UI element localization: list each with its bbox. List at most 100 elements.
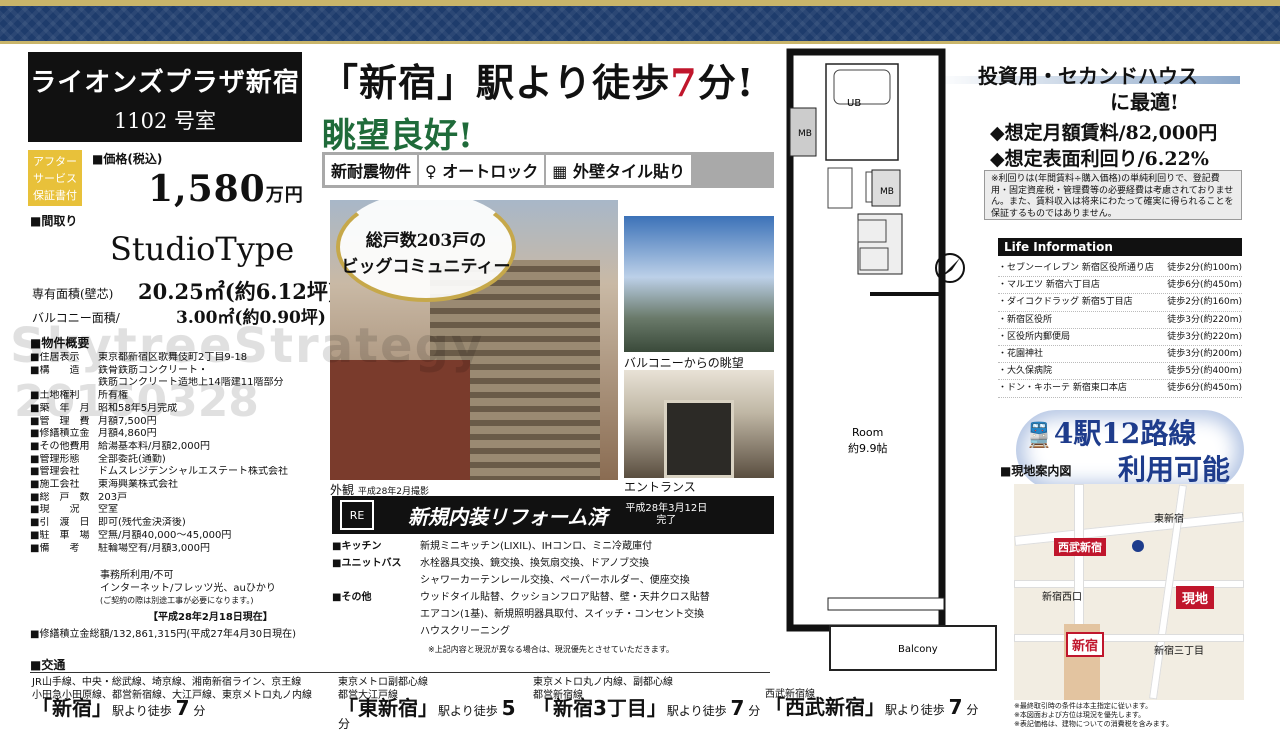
list-item: ・マルエツ 新宿六丁目店 徒歩6分(約450m) <box>998 277 1242 295</box>
spec-extra-notes: 事務所利用/不可 インターネット/フレッツ光、auひかり (ご契約の際は別途工事… <box>100 570 276 608</box>
reform-date: 平成28年3月12日 完了 <box>625 503 708 526</box>
map-station-label: 東新宿 <box>1154 514 1184 525</box>
spec-value: 空室 <box>98 504 118 516</box>
spec-extra-line: (ご契約の際は別途工事が必要になります。) <box>100 596 254 605</box>
spec-row: ■現 況 空室 <box>30 504 330 517</box>
headline-text: 「新宿」駅より徒歩 <box>320 60 671 105</box>
property-name: ライオンズプラザ新宿 <box>30 68 300 98</box>
walk-minutes: 5 <box>501 696 516 720</box>
spec-value: 即可(残代金決済後) <box>98 517 186 529</box>
spec-value: 給湯基本料/月額2,000円 <box>98 440 210 452</box>
walk-unit: 分 <box>193 704 206 718</box>
spec-value: 空無/月額40,000〜45,000円 <box>98 529 232 541</box>
walk-label: 駅より徒歩 <box>112 704 172 718</box>
spec-key: ■修繕積立金 <box>30 428 90 440</box>
building-caption-title: 外観 <box>330 483 355 497</box>
list-item: ・ドン・キホーテ 新宿東口本店 徒歩6分(約450m) <box>998 380 1242 398</box>
walk-label: 駅より徒歩 <box>666 704 727 718</box>
community-line: 総戸数203戸の <box>365 231 487 251</box>
life-info-list: ・セブンーイレブン 新宿区役所通り店 徒歩2分(約100m) ・マルエツ 新宿六丁… <box>998 260 1242 398</box>
exclusive-area-label: 専有面積(壁芯) <box>32 287 114 301</box>
headline-text: 分! <box>697 60 755 105</box>
feature-tile-exterior: ▦ 外壁タイル貼り <box>546 155 691 185</box>
spec-value: 全部委託(通勤) <box>98 453 166 465</box>
walk-label: 駅より徒歩 <box>885 703 945 717</box>
reform-title: 新規内装リフォーム済 <box>408 504 608 529</box>
madori-value: StudioType <box>110 230 295 268</box>
entrance-photo <box>624 370 774 478</box>
spec-row: ■その他費用 給湯基本料/月額2,000円 <box>30 441 330 454</box>
feature-bar: 新耐震物件 ♀ オートロック ▦ 外壁タイル貼り <box>322 152 774 188</box>
invest-title-sub: に最適! <box>1110 90 1179 114</box>
madori-label: ■間取り <box>30 214 78 228</box>
spec-key: ■備 考 <box>30 542 80 554</box>
spec-key: ■管理形態 <box>30 453 80 465</box>
map-label: ■現地案内図 <box>1000 464 1072 478</box>
feature-earthquake: 新耐震物件 <box>325 155 418 185</box>
reform-row: シャワーカーテンレール交換、ペーパーホルダー、便座交換 <box>420 575 690 586</box>
walk-unit: 分 <box>748 704 761 718</box>
list-item: ・区役所内郵便局 徒歩3分(約220m) <box>998 329 1242 347</box>
station-lines: 東京メトロ丸ノ内線、副都心線 <box>533 677 673 688</box>
spec-key: ■駐 車 場 <box>30 529 90 541</box>
train-icon: 🚆 <box>1024 420 1054 449</box>
reform-row: ■その他 ウッドタイル貼替、クッションフロア貼替、壁・天井クロス貼替 <box>332 592 710 603</box>
entrance-caption: エントランス <box>624 480 696 494</box>
spec-extra-line: インターネット/フレッツ光、auひかり <box>100 582 276 594</box>
headline-minutes: 7 <box>670 60 698 105</box>
price-number: 1,580 <box>148 168 266 210</box>
property-title-box: ライオンズプラザ新宿 1102 号室 <box>28 52 302 142</box>
assumed-rent: ◆想定月額賃料/82,000円 <box>990 122 1218 144</box>
station-name: 「東新宿」 <box>338 696 438 720</box>
list-item: ・大久保病院 徒歩5分(約400m) <box>998 363 1242 381</box>
floor-plan: UB MB MB Room 約9.9帖 Balcony <box>786 48 997 671</box>
map-site-marker: 現地 <box>1176 586 1215 609</box>
station-higashi-shinjuku: 東京メトロ副都心線 都営大江戸線 「東新宿」駅より徒歩 5 分 <box>338 676 528 731</box>
station-lines: 東京メトロ副都心線 <box>338 677 428 688</box>
spec-row: ■引 渡 日即可(残代金決済後) <box>30 517 330 530</box>
reform-row: エアコン(1基)、新規照明器具取付、スイッチ・コンセント交換 <box>420 609 705 620</box>
spec-row: ■管理会社 ドムスレジデンシャルエステート株式会社 <box>30 466 330 479</box>
watermark: SkytreeStrategy <box>10 318 485 374</box>
exclusive-area-value: 20.25㎡(約6.12坪) <box>138 279 338 304</box>
reform-banner: RE 新規内装リフォーム済 平成28年3月12日 完了 <box>332 496 774 534</box>
list-item: ・花園神社 徒歩3分(約200m) <box>998 346 1242 364</box>
map-seibu-shinjuku: 西武新宿 <box>1054 538 1106 556</box>
assumed-yield: ◆想定表面利回り/6.22% <box>990 148 1209 170</box>
walk-unit: 分 <box>966 703 979 717</box>
price-value: 1,580万円 <box>148 168 304 210</box>
station-shinjuku: JR山手線、中央・総武線、埼京線、湘南新宿ライン、京王線 小田急小田原線、都営新… <box>32 676 332 718</box>
traffic-label: ■交通 <box>30 658 66 672</box>
spec-value: 月額4,860円 <box>98 428 157 440</box>
walk-label: 駅より徒歩 <box>438 704 498 718</box>
location-pin-icon <box>1132 540 1144 552</box>
spec-key: ■引 渡 日 <box>30 517 90 529</box>
reform-row: ■キッチン 新規ミニキッチン(LIXIL)、IHコンロ、ミニ冷蔵庫付 <box>332 541 653 552</box>
mb-label: MB <box>798 129 812 139</box>
walk-minutes: 7 <box>175 696 190 720</box>
list-item: ・ダイコクドラッグ 新宿5丁目店 徒歩2分(約160m) <box>998 294 1242 312</box>
price-label: ■価格(税込) <box>92 152 163 166</box>
map-station-label: 新宿三丁目 <box>1154 646 1204 657</box>
invest-title: 投資用・セカンドハウス <box>978 64 1198 88</box>
after-service-badge: アフターサービス保証書付 <box>28 150 82 206</box>
reform-row: ハウスクリーニング <box>420 626 510 637</box>
room-number: 1102 号室 <box>113 109 217 133</box>
map-station-label: 新宿西口 <box>1042 592 1082 603</box>
community-line: ビッグコミュニティー <box>341 257 511 277</box>
room-size: 約9.9帖 <box>848 441 888 455</box>
reform-icon: RE <box>340 500 374 530</box>
stations-count: 🚆4駅12路線 <box>1024 417 1197 450</box>
station-name: 「新宿3丁目」 <box>533 696 667 720</box>
station-name: 「西武新宿」 <box>765 695 885 719</box>
spec-date: 【平成28年2月18日現在】 <box>148 612 273 623</box>
reform-list: ■キッチン 新規ミニキッチン(LIXIL)、IHコンロ、ミニ冷蔵庫付 ■ユニットバ… <box>332 538 777 640</box>
stations-available: 利用可能 <box>1118 453 1231 486</box>
watermark-date: 20160328 <box>14 376 259 427</box>
spec-value: 203戸 <box>98 491 128 503</box>
map-shinjuku: 新宿 <box>1066 632 1105 657</box>
spec-value: ドムスレジデンシャルエステート株式会社 <box>98 466 288 478</box>
balcony-view-caption: バルコニーからの眺望 <box>624 356 744 370</box>
spec-row: ■駐 車 場空無/月額40,000〜45,000円 <box>30 530 330 543</box>
spec-key: ■総 戸 数 <box>30 491 90 503</box>
